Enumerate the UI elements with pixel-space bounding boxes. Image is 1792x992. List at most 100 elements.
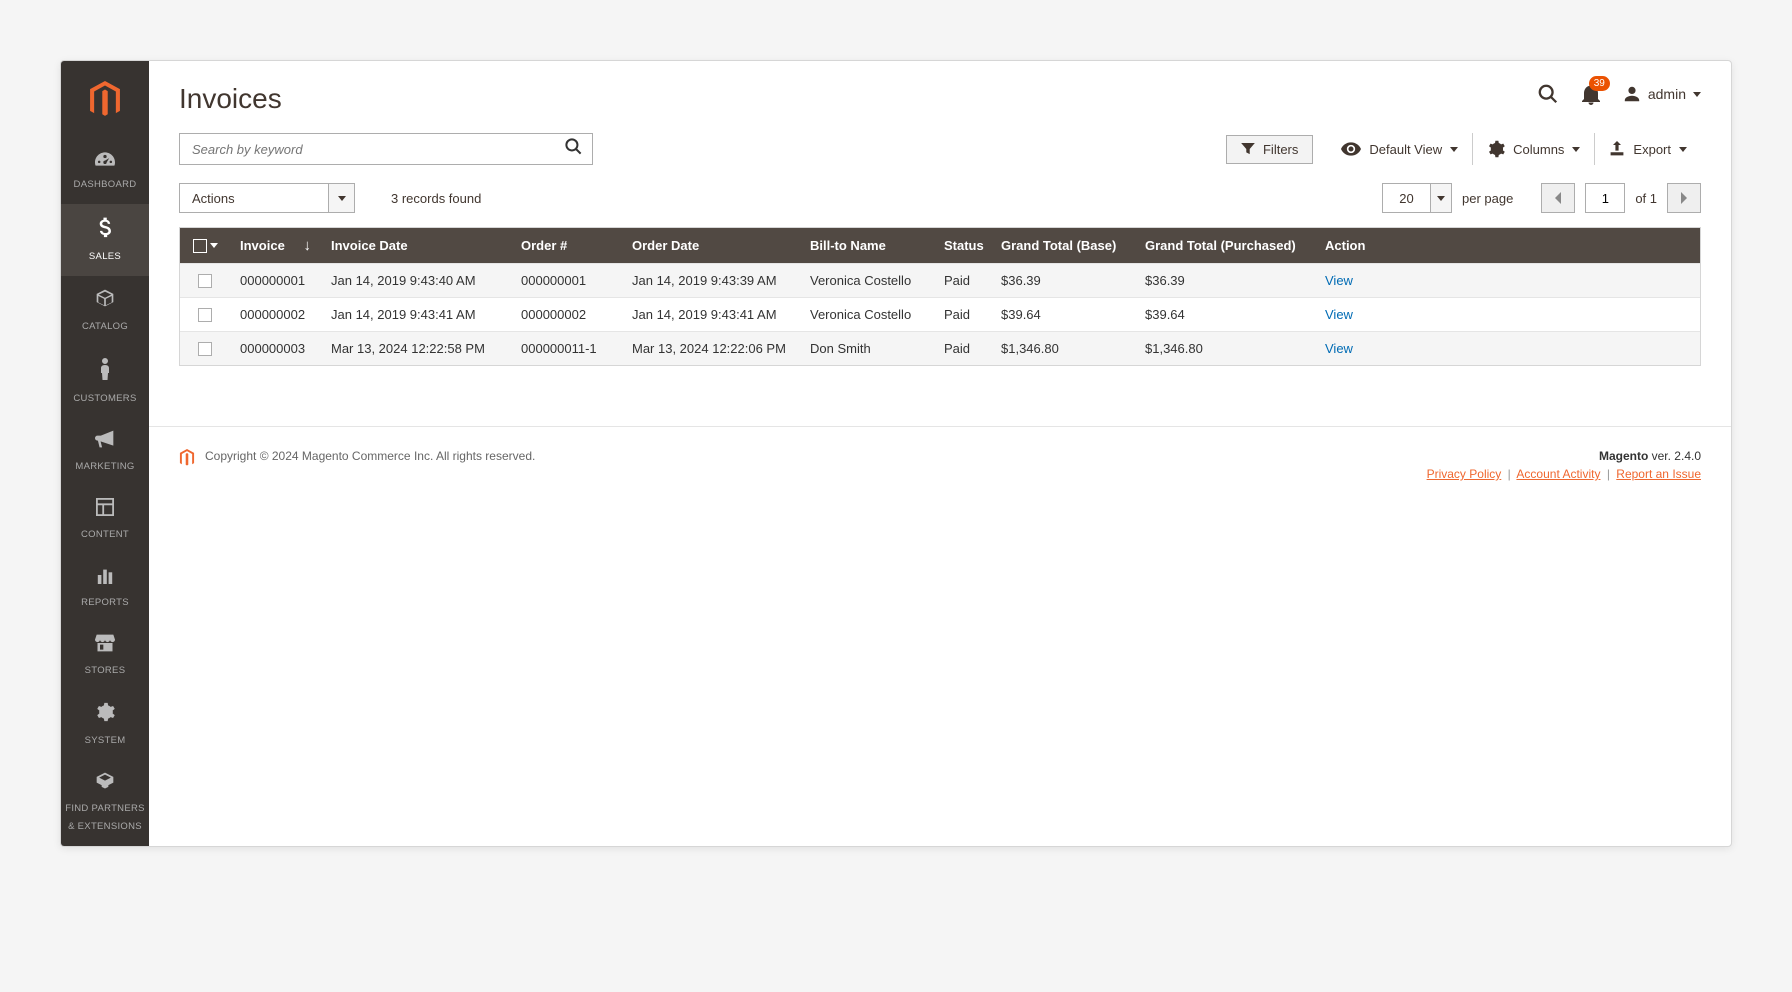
- store-icon: [65, 634, 145, 656]
- gear-icon: [65, 702, 145, 726]
- select-all-checkbox[interactable]: [193, 239, 218, 253]
- footer-version: ver. 2.4.0: [1648, 449, 1701, 463]
- search-icon[interactable]: [1537, 83, 1559, 105]
- col-header-gt-base[interactable]: Grand Total (Base): [991, 228, 1135, 263]
- cell-bill-to: Don Smith: [800, 332, 934, 365]
- cell-status: Paid: [934, 264, 991, 297]
- cell-invoice: 000000003: [230, 332, 321, 365]
- chevron-down-icon: [338, 196, 346, 201]
- chevron-down-icon: [1437, 196, 1445, 201]
- sidebar-item-system[interactable]: SYSTEM: [61, 690, 149, 760]
- dashboard-icon: [65, 150, 145, 170]
- megaphone-icon: [65, 430, 145, 452]
- page-title: Invoices: [179, 83, 282, 115]
- layout-icon: [65, 498, 145, 520]
- search-icon[interactable]: [564, 137, 583, 161]
- sidebar-item-catalog[interactable]: CATALOG: [61, 276, 149, 346]
- view-link[interactable]: View: [1325, 273, 1353, 288]
- export-label: Export: [1633, 142, 1671, 157]
- cell-gt-base: $36.39: [991, 264, 1135, 297]
- col-header-order-date[interactable]: Order Date: [622, 228, 800, 263]
- cell-gt-base: $39.64: [991, 298, 1135, 331]
- cell-order: 000000002: [511, 298, 622, 331]
- search-input[interactable]: [179, 133, 593, 165]
- report-issue-link[interactable]: Report an Issue: [1616, 467, 1701, 481]
- sidebar-item-label: REPORTS: [81, 597, 129, 608]
- row-checkbox[interactable]: [198, 342, 212, 356]
- sidebar-item-customers[interactable]: CUSTOMERS: [61, 346, 149, 418]
- cell-order-date: Mar 13, 2024 12:22:06 PM: [622, 332, 800, 365]
- next-page-button[interactable]: [1667, 183, 1701, 213]
- notifications-icon[interactable]: 39: [1581, 83, 1601, 105]
- filters-button[interactable]: Filters: [1226, 135, 1313, 164]
- page-input[interactable]: [1585, 183, 1625, 213]
- sidebar-item-reports[interactable]: REPORTS: [61, 554, 149, 622]
- notification-badge: 39: [1589, 76, 1610, 91]
- col-header-invoice-date[interactable]: Invoice Date: [321, 228, 511, 263]
- table-row: 000000002Jan 14, 2019 9:43:41 AM00000000…: [180, 297, 1700, 331]
- magento-logo-icon: [179, 449, 195, 472]
- sidebar-item-label: FIND PARTNERS& EXTENSIONS: [65, 803, 145, 832]
- table-header-row: Invoice ↓ Invoice Date Order # Order Dat…: [180, 228, 1700, 263]
- copyright-text: Copyright © 2024 Magento Commerce Inc. A…: [205, 449, 535, 463]
- magento-logo-icon[interactable]: [88, 81, 122, 128]
- admin-menu[interactable]: admin: [1623, 85, 1701, 103]
- user-icon: [1623, 85, 1641, 103]
- view-link[interactable]: View: [1325, 307, 1353, 322]
- col-header-status[interactable]: Status: [934, 228, 991, 263]
- account-activity-link[interactable]: Account Activity: [1516, 467, 1600, 481]
- funnel-icon: [1241, 143, 1255, 155]
- columns-label: Columns: [1513, 142, 1564, 157]
- sidebar-item-content[interactable]: CONTENT: [61, 486, 149, 554]
- col-header-bill-to[interactable]: Bill-to Name: [800, 228, 934, 263]
- records-found-text: 3 records found: [391, 191, 481, 206]
- sidebar-item-label: CATALOG: [82, 321, 128, 332]
- cell-gt-purchased: $1,346.80: [1135, 332, 1315, 365]
- col-header-gt-purchased[interactable]: Grand Total (Purchased): [1135, 228, 1315, 263]
- view-link[interactable]: View: [1325, 341, 1353, 356]
- sidebar-item-label: STORES: [85, 665, 126, 676]
- filters-label: Filters: [1263, 142, 1298, 157]
- box-icon: [65, 288, 145, 312]
- col-header-order[interactable]: Order #: [511, 228, 622, 263]
- cell-order: 000000001: [511, 264, 622, 297]
- sidebar-item-label: SALES: [89, 251, 121, 262]
- sidebar-item-label: MARKETING: [75, 461, 134, 472]
- table-row: 000000001Jan 14, 2019 9:43:40 AM00000000…: [180, 263, 1700, 297]
- privacy-policy-link[interactable]: Privacy Policy: [1427, 467, 1502, 481]
- footer: Copyright © 2024 Magento Commerce Inc. A…: [149, 426, 1731, 517]
- sidebar: DASHBOARD SALES CATALOG CUSTOMERS MARKET…: [61, 61, 149, 846]
- export-icon: [1609, 141, 1625, 157]
- row-checkbox[interactable]: [198, 274, 212, 288]
- cell-order: 000000011-1: [511, 332, 622, 365]
- default-view-button[interactable]: Default View: [1327, 133, 1472, 165]
- default-view-label: Default View: [1369, 142, 1442, 157]
- cell-invoice-date: Jan 14, 2019 9:43:41 AM: [321, 298, 511, 331]
- sidebar-item-marketing[interactable]: MARKETING: [61, 418, 149, 486]
- export-button[interactable]: Export: [1594, 133, 1701, 165]
- admin-label: admin: [1648, 86, 1686, 102]
- sidebar-item-dashboard[interactable]: DASHBOARD: [61, 138, 149, 204]
- dollar-icon: [65, 216, 145, 242]
- sidebar-item-stores[interactable]: STORES: [61, 622, 149, 690]
- sidebar-item-sales[interactable]: SALES: [61, 204, 149, 276]
- row-checkbox[interactable]: [198, 308, 212, 322]
- prev-page-button[interactable]: [1541, 183, 1575, 213]
- gear-icon: [1487, 140, 1505, 158]
- chevron-down-icon: [1450, 147, 1458, 152]
- sort-arrow-icon: ↓: [304, 237, 312, 254]
- sidebar-item-partners[interactable]: FIND PARTNERS& EXTENSIONS: [61, 760, 149, 846]
- columns-button[interactable]: Columns: [1472, 133, 1594, 165]
- cell-invoice: 000000001: [230, 264, 321, 297]
- per-page-value: 20: [1399, 191, 1413, 206]
- col-header-action[interactable]: Action: [1315, 228, 1375, 263]
- chevron-down-icon: [1693, 92, 1701, 97]
- sidebar-item-label: CONTENT: [81, 529, 129, 540]
- actions-select[interactable]: Actions: [179, 183, 355, 213]
- per-page-select[interactable]: 20: [1382, 183, 1452, 213]
- person-icon: [65, 358, 145, 384]
- col-header-invoice[interactable]: Invoice ↓: [230, 228, 321, 263]
- bar-chart-icon: [65, 566, 145, 588]
- chevron-right-icon: [1680, 192, 1688, 204]
- actions-label: Actions: [192, 191, 235, 206]
